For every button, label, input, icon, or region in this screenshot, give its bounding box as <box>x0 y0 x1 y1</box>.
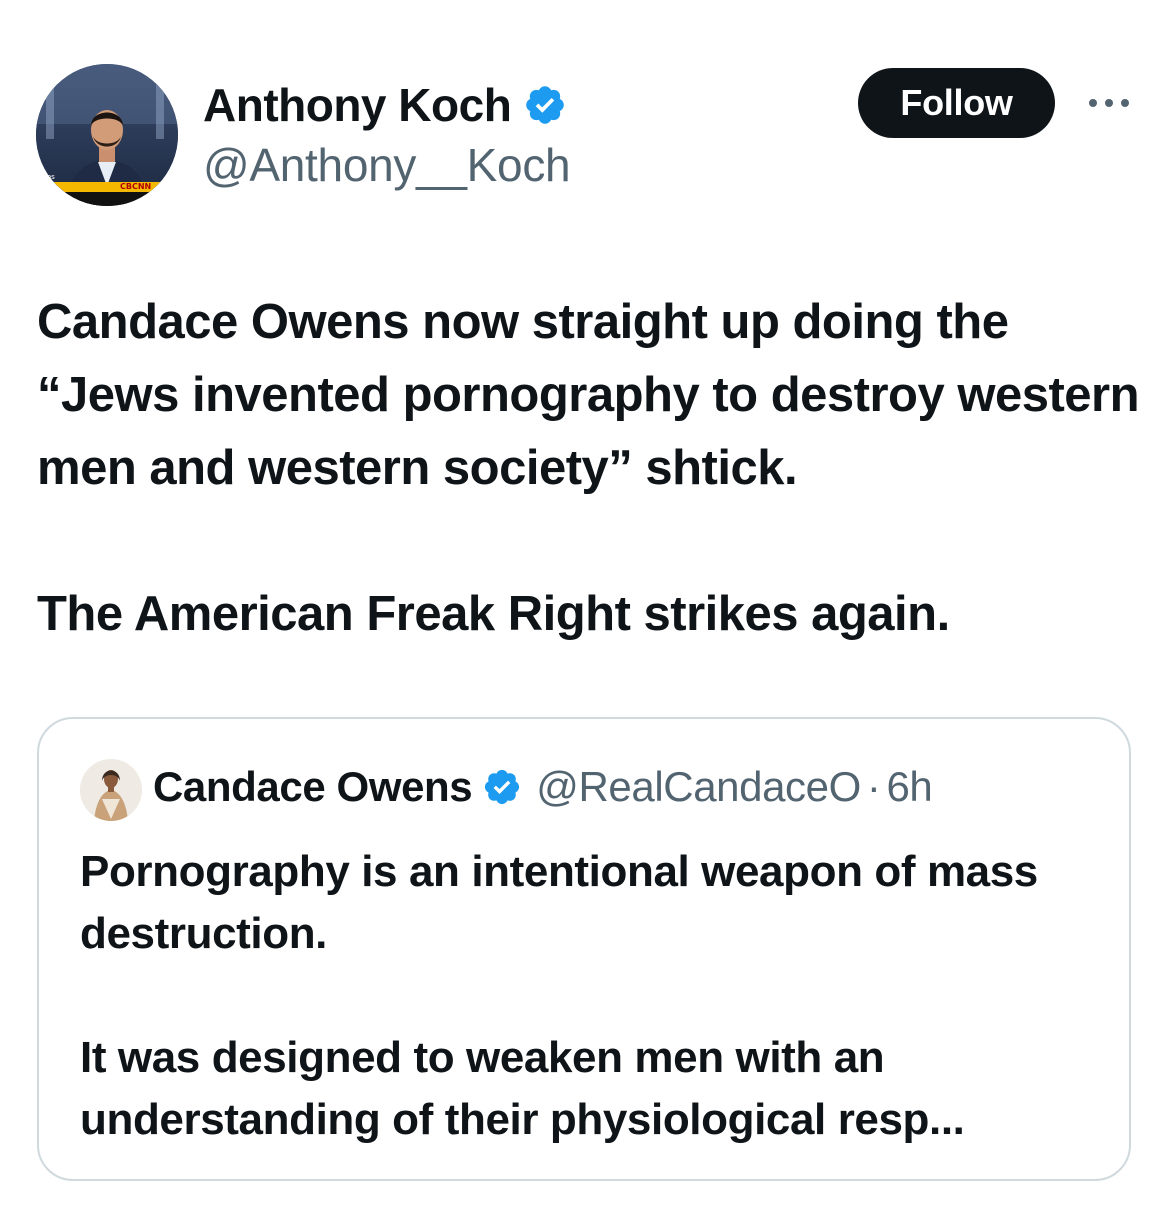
follow-button[interactable]: Follow <box>858 68 1055 138</box>
tweet-text: Candace Owens now straight up doing the … <box>37 286 1147 651</box>
separator-dot: · <box>866 763 881 810</box>
quoted-tweet[interactable]: Candace Owens @RealCandaceO · 6h Pornogr… <box>37 717 1131 1181</box>
author-handle[interactable]: @Anthony__Koch <box>203 138 571 192</box>
quoted-tweet-text: Pornography is an intentional weapon of … <box>80 841 1090 1151</box>
quoted-tweet-paragraph: Pornography is an intentional weapon of … <box>80 847 1038 958</box>
author-name-text: Anthony Koch <box>203 79 512 131</box>
quoted-tweet-paragraph: It was designed to weaken men with an un… <box>80 1033 965 1144</box>
ellipsis-icon[interactable] <box>1086 88 1132 118</box>
verified-badge-icon <box>526 86 565 124</box>
verified-badge-icon <box>485 769 520 805</box>
tweet-paragraph: The American Freak Right strikes again. <box>37 587 950 641</box>
svg-text:ubios: ubios <box>36 173 55 181</box>
author-avatar-image: ubios CBCNN <box>36 64 178 206</box>
tweet-paragraph: Candace Owens now straight up doing the … <box>37 295 1140 495</box>
quoted-tweet-timestamp[interactable]: 6h <box>886 763 932 811</box>
quoted-author-handle[interactable]: @RealCandaceO <box>536 763 861 811</box>
author-name[interactable]: Anthony Koch <box>203 78 567 132</box>
avatar-caption: CBCNN <box>120 182 151 191</box>
quoted-author-avatar[interactable] <box>80 759 142 821</box>
quoted-author-name[interactable]: Candace Owens <box>153 763 473 811</box>
quoted-tweet-header: Candace Owens @RealCandaceO · 6h <box>153 763 933 811</box>
author-avatar[interactable]: ubios CBCNN <box>36 64 178 206</box>
quoted-author-avatar-image <box>80 759 142 821</box>
